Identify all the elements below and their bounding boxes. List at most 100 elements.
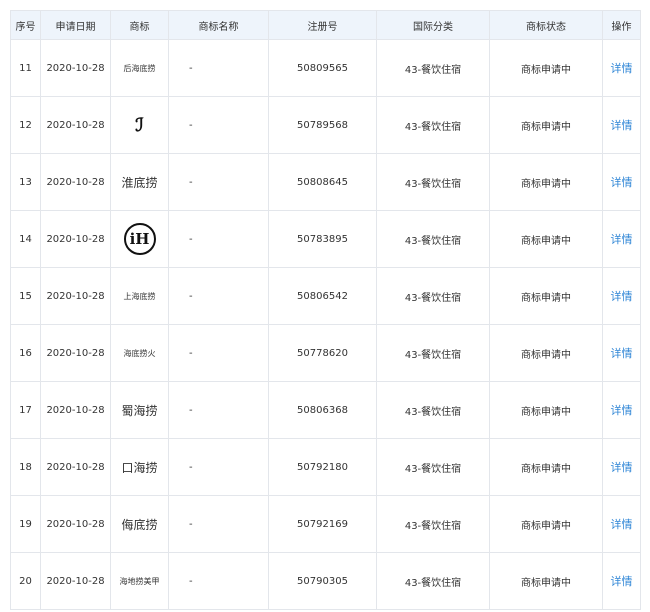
detail-link[interactable]: 详情 bbox=[611, 176, 633, 189]
trademark-logo: 上海底捞 bbox=[110, 267, 169, 325]
row-status: 商标申请中 bbox=[489, 153, 603, 211]
row-action: 详情 bbox=[602, 153, 641, 211]
detail-link[interactable]: 详情 bbox=[611, 575, 633, 588]
detail-link[interactable]: 详情 bbox=[611, 62, 633, 75]
row-class: 43-餐饮住宿 bbox=[376, 438, 490, 496]
header-reg: 注册号 bbox=[268, 10, 377, 40]
trademark-logo-image: 口海捞 bbox=[121, 460, 158, 475]
row-date: 2020-10-28 bbox=[40, 438, 111, 496]
row-status: 商标申请中 bbox=[489, 324, 603, 382]
detail-link[interactable]: 详情 bbox=[611, 518, 633, 531]
row-class: 43-餐饮住宿 bbox=[376, 495, 490, 553]
row-status: 商标申请中 bbox=[489, 381, 603, 439]
row-status: 商标申请中 bbox=[489, 96, 603, 154]
table-row: 12 2020-10-28 ℐ -50789568 43-餐饮住宿 商标申请中 详情 bbox=[10, 96, 641, 154]
trademark-logo: 后海底捞 bbox=[110, 39, 169, 97]
row-date: 2020-10-28 bbox=[40, 495, 111, 553]
header-class: 国际分类 bbox=[376, 10, 490, 40]
row-reg-number: 50790305 bbox=[268, 552, 377, 610]
detail-link[interactable]: 详情 bbox=[611, 404, 633, 417]
row-class: 43-餐饮住宿 bbox=[376, 381, 490, 439]
detail-link[interactable]: 详情 bbox=[611, 119, 633, 132]
row-name: - bbox=[168, 495, 269, 553]
row-action: 详情 bbox=[602, 210, 641, 268]
table-row: 20 2020-10-28 海地捞美甲 -50790305 43-餐饮住宿 商标申请中 详情 bbox=[10, 552, 641, 610]
table-row: 11 2020-10-28 后海底捞 -50809565 43-餐饮住宿 商标申请中 详情 bbox=[10, 39, 641, 97]
trademark-logo: 海底捞火 bbox=[110, 324, 169, 382]
row-reg-number: 50808645 bbox=[268, 153, 377, 211]
row-reg-number: 50806542 bbox=[268, 267, 377, 325]
trademark-logo-image: ℐ bbox=[135, 114, 144, 136]
trademark-logo-image: 上海底捞 bbox=[123, 291, 156, 301]
row-index: 12 bbox=[10, 96, 41, 154]
header-status: 商标状态 bbox=[489, 10, 603, 40]
row-class: 43-餐饮住宿 bbox=[376, 210, 490, 268]
row-name: - bbox=[168, 324, 269, 382]
trademark-logo: ℐ bbox=[110, 96, 169, 154]
row-action: 详情 bbox=[602, 381, 641, 439]
row-status: 商标申请中 bbox=[489, 267, 603, 325]
row-reg-number: 50792169 bbox=[268, 495, 377, 553]
header-action: 操作 bbox=[602, 10, 641, 40]
header-mark: 商标 bbox=[110, 10, 169, 40]
trademark-logo: iH bbox=[110, 210, 169, 268]
detail-link[interactable]: 详情 bbox=[611, 461, 633, 474]
row-index: 13 bbox=[10, 153, 41, 211]
row-name: - bbox=[168, 267, 269, 325]
row-class: 43-餐饮住宿 bbox=[376, 39, 490, 97]
trademark-table: 序号 申请日期 商标 商标名称 注册号 国际分类 商标状态 操作 11 2020-… bbox=[10, 10, 641, 610]
trademark-logo-image: 侮底捞 bbox=[121, 517, 158, 532]
row-date: 2020-10-28 bbox=[40, 39, 111, 97]
detail-link[interactable]: 详情 bbox=[611, 233, 633, 246]
row-action: 详情 bbox=[602, 438, 641, 496]
row-status: 商标申请中 bbox=[489, 438, 603, 496]
row-reg-number: 50783895 bbox=[268, 210, 377, 268]
row-class: 43-餐饮住宿 bbox=[376, 552, 490, 610]
row-reg-number: 50778620 bbox=[268, 324, 377, 382]
row-action: 详情 bbox=[602, 96, 641, 154]
detail-link[interactable]: 详情 bbox=[611, 347, 633, 360]
row-action: 详情 bbox=[602, 267, 641, 325]
row-name: - bbox=[168, 552, 269, 610]
row-status: 商标申请中 bbox=[489, 495, 603, 553]
row-reg-number: 50792180 bbox=[268, 438, 377, 496]
row-reg-number: 50789568 bbox=[268, 96, 377, 154]
table-row: 15 2020-10-28 上海底捞 -50806542 43-餐饮住宿 商标申请中 详情 bbox=[10, 267, 641, 325]
trademark-logo: 海地捞美甲 bbox=[110, 552, 169, 610]
row-action: 详情 bbox=[602, 39, 641, 97]
table-header-row: 序号 申请日期 商标 商标名称 注册号 国际分类 商标状态 操作 bbox=[10, 10, 641, 40]
header-index: 序号 bbox=[10, 10, 41, 40]
trademark-logo-image: 海底捞火 bbox=[123, 348, 156, 358]
row-status: 商标申请中 bbox=[489, 552, 603, 610]
row-index: 20 bbox=[10, 552, 41, 610]
row-reg-number: 50809565 bbox=[268, 39, 377, 97]
header-name: 商标名称 bbox=[168, 10, 269, 40]
trademark-logo-image: 海地捞美甲 bbox=[119, 576, 160, 586]
table-row: 17 2020-10-28 蜀海捞 -50806368 43-餐饮住宿 商标申请中 详情 bbox=[10, 381, 641, 439]
row-class: 43-餐饮住宿 bbox=[376, 96, 490, 154]
row-index: 11 bbox=[10, 39, 41, 97]
table-row: 16 2020-10-28 海底捞火 -50778620 43-餐饮住宿 商标申请中 详情 bbox=[10, 324, 641, 382]
row-reg-number: 50806368 bbox=[268, 381, 377, 439]
row-status: 商标申请中 bbox=[489, 39, 603, 97]
row-date: 2020-10-28 bbox=[40, 381, 111, 439]
row-name: - bbox=[168, 39, 269, 97]
table-row: 13 2020-10-28 淮底捞 -50808645 43-餐饮住宿 商标申请中 详情 bbox=[10, 153, 641, 211]
row-action: 详情 bbox=[602, 495, 641, 553]
detail-link[interactable]: 详情 bbox=[611, 290, 633, 303]
row-index: 14 bbox=[10, 210, 41, 268]
row-index: 17 bbox=[10, 381, 41, 439]
trademark-logo: 蜀海捞 bbox=[110, 381, 169, 439]
row-index: 19 bbox=[10, 495, 41, 553]
row-class: 43-餐饮住宿 bbox=[376, 324, 490, 382]
row-action: 详情 bbox=[602, 552, 641, 610]
trademark-logo-image: 淮底捞 bbox=[121, 175, 158, 190]
row-name: - bbox=[168, 153, 269, 211]
row-name: - bbox=[168, 210, 269, 268]
row-date: 2020-10-28 bbox=[40, 267, 111, 325]
row-action: 详情 bbox=[602, 324, 641, 382]
trademark-logo-image: iH bbox=[123, 223, 156, 255]
table-row: 14 2020-10-28 iH -50783895 43-餐饮住宿 商标申请中 详情 bbox=[10, 210, 641, 268]
row-status: 商标申请中 bbox=[489, 210, 603, 268]
row-name: - bbox=[168, 381, 269, 439]
